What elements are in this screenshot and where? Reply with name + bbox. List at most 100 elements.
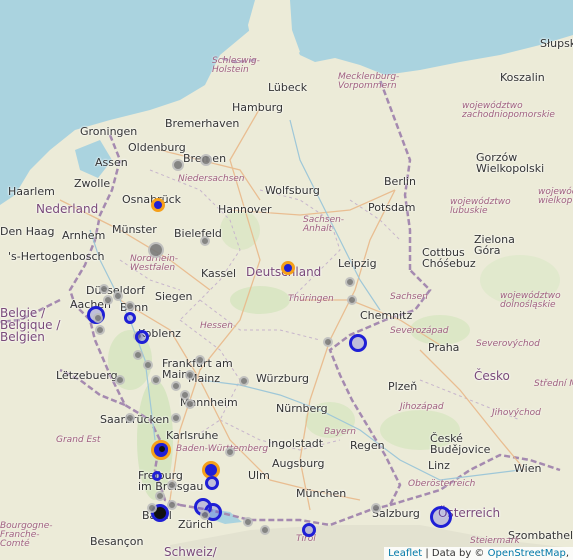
map-marker[interactable] <box>260 525 270 535</box>
map-attribution: Leaflet | Data by © OpenStreetMap, <box>384 547 573 560</box>
map-label-meckpom: Mecklenburg- Vorpommern <box>338 72 400 91</box>
map-label-oldenburg: Oldenburg <box>128 141 186 154</box>
map-marker[interactable] <box>371 503 381 513</box>
map-marker[interactable] <box>200 236 210 246</box>
map-marker[interactable] <box>205 476 219 490</box>
map-marker[interactable] <box>185 399 195 409</box>
map-label-jihovychod: Jihovýchod <box>492 408 541 418</box>
map-canvas[interactable]: Słupsk Koszalin Schleswig- Holstein Lübeck M… <box>0 0 573 560</box>
map-label-cottbus: Cottbus Chóśebuz <box>422 246 476 270</box>
map-label-ceske: České Budějovice <box>430 432 491 456</box>
map-label-hertogenbosch: 's-Hertogenbosch <box>8 250 105 263</box>
map-marker[interactable] <box>185 370 195 380</box>
map-label-hannover: Hannover <box>218 203 272 216</box>
map-marker[interactable] <box>103 295 113 305</box>
map-marker[interactable] <box>347 295 357 305</box>
map-marker[interactable] <box>302 523 316 537</box>
map-label-wojlub: województwo lubuskie <box>450 197 511 216</box>
map-label-letzebuerg: Lëtzebuerg <box>56 369 118 382</box>
map-label-bremerhaven: Bremerhaven <box>165 117 240 130</box>
map-label-munchen: München <box>296 487 347 500</box>
map-label-severozapad: Severozápad <box>390 326 449 336</box>
map-label-siegen: Siegen <box>155 290 193 303</box>
map-marker[interactable] <box>148 242 164 258</box>
map-label-sachsen: Sachsen <box>390 292 428 302</box>
map-label-sachsenanhalt: Sachsen- Anhalt <box>303 215 345 234</box>
map-label-chemnitz: Chemnitz <box>360 309 413 322</box>
map-marker[interactable] <box>115 375 125 385</box>
map-marker[interactable] <box>151 375 161 385</box>
map-label-bw: Baden-Württemberg <box>176 444 269 454</box>
map-marker[interactable] <box>151 198 165 212</box>
map-marker[interactable] <box>200 510 210 520</box>
map-label-strednim: Střední M <box>534 379 573 389</box>
map-label-bayern: Bayern <box>324 427 356 437</box>
map-label-nurnberg: Nürnberg <box>276 402 328 415</box>
map-label-zwolle: Zwolle <box>74 177 111 190</box>
map-marker[interactable] <box>167 500 177 510</box>
map-label-schleswig: Schleswig- Holstein <box>212 56 260 75</box>
map-marker[interactable] <box>195 355 205 365</box>
map-label-oberosterreich: Oberösterreich <box>408 479 476 489</box>
map-label-besancon: Besançon <box>90 535 144 548</box>
leaflet-link[interactable]: Leaflet <box>388 548 422 559</box>
map-marker[interactable] <box>171 413 181 423</box>
attribution-separator: | Data by © <box>422 548 488 559</box>
map-label-grandest: Grand Est <box>56 435 101 445</box>
map-label-ingolstadt: Ingolstadt <box>268 437 324 450</box>
map-marker[interactable] <box>113 291 123 301</box>
map-marker[interactable] <box>167 480 177 490</box>
map-marker[interactable] <box>345 277 355 287</box>
map-label-wojwiel: wojewód wielkop <box>538 187 573 206</box>
map-marker[interactable] <box>125 413 135 423</box>
map-label-berlin: Berlin <box>384 175 416 188</box>
map-marker[interactable] <box>95 325 105 335</box>
map-marker[interactable] <box>133 350 143 360</box>
map-label-bielefeld: Bielefeld <box>174 227 222 240</box>
osm-link[interactable]: OpenStreetMap <box>488 548 566 559</box>
map-marker[interactable] <box>239 376 249 386</box>
map-marker[interactable] <box>99 284 109 294</box>
map-label-slupsk: Słupsk <box>540 37 573 50</box>
map-marker[interactable] <box>281 261 295 275</box>
map-label-wien: Wien <box>514 462 542 475</box>
map-marker[interactable] <box>147 503 157 513</box>
map-label-hessen: Hessen <box>200 321 233 331</box>
map-label-bourgogne: Bourgogne- Franche- Comté <box>0 521 53 549</box>
map-marker[interactable] <box>225 447 235 457</box>
map-label-steiermark: Steiermark <box>470 536 520 546</box>
map-label-wurzburg: Würzburg <box>256 372 310 385</box>
map-marker[interactable] <box>143 360 153 370</box>
map-label-wojzach: województwo zachodniopomorskie <box>462 101 555 120</box>
map-marker[interactable] <box>125 301 135 311</box>
map-label-denhaag: Den Haag <box>0 225 55 238</box>
map-label-niedersachsen: Niedersachsen <box>178 174 245 184</box>
map-marker[interactable] <box>156 443 168 455</box>
map-label-regensburg: Regen <box>350 439 385 452</box>
map-label-cesko: Česko <box>474 369 510 383</box>
map-label-assen: Assen <box>95 156 128 169</box>
map-label-severovychod: Severovýchod <box>476 339 540 349</box>
map-marker[interactable] <box>323 337 333 347</box>
map-label-zurich: Zürich <box>178 518 214 531</box>
map-marker[interactable] <box>155 491 165 501</box>
map-marker[interactable] <box>93 313 103 323</box>
map-marker[interactable] <box>200 154 212 166</box>
map-label-potsdam: Potsdam <box>368 201 416 214</box>
map-label-plzen: Plzeň <box>388 380 418 393</box>
map-label-lubeck: Lübeck <box>268 81 308 94</box>
map-label-munster: Münster <box>112 223 157 236</box>
map-label-kassel: Kassel <box>201 267 237 280</box>
map-marker[interactable] <box>124 312 136 324</box>
map-marker[interactable] <box>430 506 452 528</box>
map-label-zielona: Zielona Góra <box>474 233 515 257</box>
map-marker[interactable] <box>349 334 367 352</box>
map-marker[interactable] <box>135 330 149 344</box>
map-marker[interactable] <box>152 471 162 481</box>
map-marker[interactable] <box>172 159 184 171</box>
map-label-jihozapad: Jihozápad <box>400 402 444 412</box>
map-marker[interactable] <box>171 381 181 391</box>
map-marker[interactable] <box>243 517 253 527</box>
attribution-suffix: , <box>565 548 569 559</box>
map-label-groningen: Groningen <box>80 125 138 138</box>
